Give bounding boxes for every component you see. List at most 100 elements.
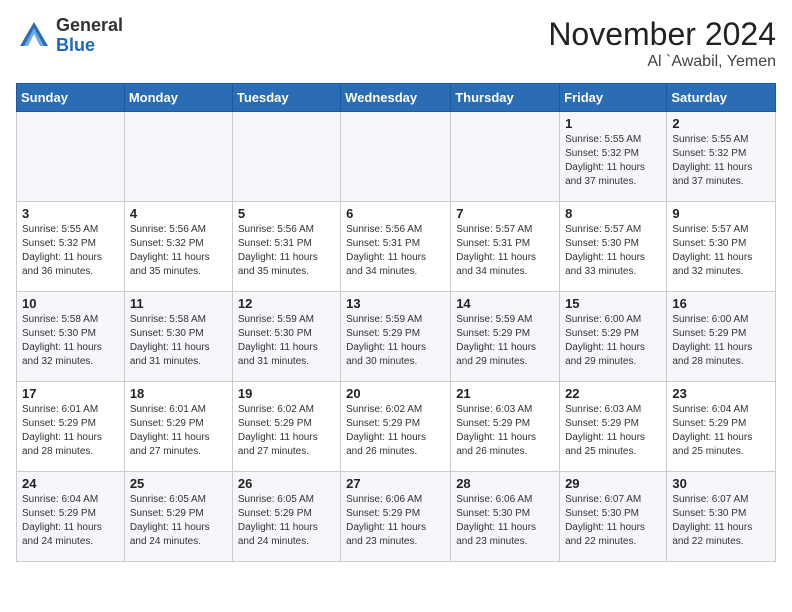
weekday-sunday: Sunday	[17, 84, 125, 112]
day-info: Sunrise: 5:58 AM Sunset: 5:30 PM Dayligh…	[22, 313, 119, 369]
calendar-day-26: 26 Sunrise: 6:05 AM Sunset: 5:29 PM Dayli…	[232, 472, 340, 562]
calendar-day-11: 11Sunrise: 5:58 AM Sunset: 5:30 PM Dayli…	[124, 292, 232, 382]
calendar-day-17: 17 Sunrise: 6:01 AM Sunset: 5:29 PM Dayli…	[17, 382, 125, 472]
calendar-day-7: 7 Sunrise: 5:57 AM Sunset: 5:31 PM Daylig…	[451, 202, 560, 292]
calendar-week-2: 3 Sunrise: 5:55 AM Sunset: 5:32 PM Daylig…	[17, 202, 776, 292]
day-number: 24	[22, 476, 119, 491]
calendar-week-5: 24 Sunrise: 6:04 AM Sunset: 5:29 PM Dayli…	[17, 472, 776, 562]
calendar-day-9: 9 Sunrise: 5:57 AM Sunset: 5:30 PM Daylig…	[667, 202, 776, 292]
weekday-thursday: Thursday	[451, 84, 560, 112]
day-number: 10	[22, 296, 119, 311]
calendar-day-16: 16Sunrise: 6:00 AM Sunset: 5:29 PM Dayli…	[667, 292, 776, 382]
day-number: 27	[346, 476, 445, 491]
day-number: 13	[346, 296, 445, 311]
day-number: 21	[456, 386, 554, 401]
day-info: Sunrise: 6:02 AM Sunset: 5:29 PM Dayligh…	[346, 403, 445, 459]
calendar-empty	[341, 112, 451, 202]
day-number: 6	[346, 206, 445, 221]
calendar-day-19: 19Sunrise: 6:02 AM Sunset: 5:29 PM Dayli…	[232, 382, 340, 472]
day-info: Sunrise: 6:02 AM Sunset: 5:29 PM Dayligh…	[238, 403, 335, 459]
day-number: 3	[22, 206, 119, 221]
calendar-day-24: 24 Sunrise: 6:04 AM Sunset: 5:29 PM Dayli…	[17, 472, 125, 562]
day-info: Sunrise: 6:01 AM Sunset: 5:29 PM Dayligh…	[130, 403, 227, 459]
day-number: 20	[346, 386, 445, 401]
day-info: Sunrise: 6:00 AM Sunset: 5:29 PM Dayligh…	[565, 313, 661, 369]
calendar-day-2: 2Sunrise: 5:55 AM Sunset: 5:32 PM Daylig…	[667, 112, 776, 202]
day-number: 4	[130, 206, 227, 221]
day-info: Sunrise: 5:55 AM Sunset: 5:32 PM Dayligh…	[22, 223, 119, 279]
calendar-day-20: 20 Sunrise: 6:02 AM Sunset: 5:29 PM Dayli…	[341, 382, 451, 472]
page-header: General Blue November 2024 Al `Awabil, Y…	[16, 16, 776, 71]
calendar-day-27: 27Sunrise: 6:06 AM Sunset: 5:29 PM Dayli…	[341, 472, 451, 562]
day-info: Sunrise: 6:06 AM Sunset: 5:30 PM Dayligh…	[456, 493, 554, 549]
day-number: 29	[565, 476, 661, 491]
calendar-day-29: 29 Sunrise: 6:07 AM Sunset: 5:30 PM Dayli…	[560, 472, 667, 562]
weekday-header-row: SundayMondayTuesdayWednesdayThursdayFrid…	[17, 84, 776, 112]
calendar-day-5: 5 Sunrise: 5:56 AM Sunset: 5:31 PM Daylig…	[232, 202, 340, 292]
calendar-day-15: 15 Sunrise: 6:00 AM Sunset: 5:29 PM Dayli…	[560, 292, 667, 382]
month-year: November 2024	[548, 16, 776, 53]
day-info: Sunrise: 6:03 AM Sunset: 5:29 PM Dayligh…	[565, 403, 661, 459]
calendar-day-6: 6 Sunrise: 5:56 AM Sunset: 5:31 PM Daylig…	[341, 202, 451, 292]
weekday-saturday: Saturday	[667, 84, 776, 112]
day-number: 8	[565, 206, 661, 221]
day-number: 7	[456, 206, 554, 221]
day-info: Sunrise: 6:07 AM Sunset: 5:30 PM Dayligh…	[565, 493, 661, 549]
day-number: 23	[672, 386, 770, 401]
calendar-day-12: 12 Sunrise: 5:59 AM Sunset: 5:30 PM Dayli…	[232, 292, 340, 382]
day-info: Sunrise: 5:59 AM Sunset: 5:29 PM Dayligh…	[456, 313, 554, 369]
day-info: Sunrise: 6:07 AM Sunset: 5:30 PM Dayligh…	[672, 493, 770, 549]
day-number: 12	[238, 296, 335, 311]
day-number: 9	[672, 206, 770, 221]
day-number: 14	[456, 296, 554, 311]
weekday-wednesday: Wednesday	[341, 84, 451, 112]
calendar-empty	[451, 112, 560, 202]
calendar-empty	[17, 112, 125, 202]
day-number: 11	[130, 296, 227, 311]
logo-text: General Blue	[56, 16, 123, 56]
calendar-header: SundayMondayTuesdayWednesdayThursdayFrid…	[17, 84, 776, 112]
day-info: Sunrise: 6:05 AM Sunset: 5:29 PM Dayligh…	[238, 493, 335, 549]
day-info: Sunrise: 5:57 AM Sunset: 5:30 PM Dayligh…	[565, 223, 661, 279]
day-info: Sunrise: 5:56 AM Sunset: 5:31 PM Dayligh…	[238, 223, 335, 279]
day-number: 17	[22, 386, 119, 401]
day-info: Sunrise: 6:01 AM Sunset: 5:29 PM Dayligh…	[22, 403, 119, 459]
day-info: Sunrise: 5:59 AM Sunset: 5:30 PM Dayligh…	[238, 313, 335, 369]
calendar-day-25: 25 Sunrise: 6:05 AM Sunset: 5:29 PM Dayli…	[124, 472, 232, 562]
calendar-day-23: 23Sunrise: 6:04 AM Sunset: 5:29 PM Dayli…	[667, 382, 776, 472]
title-block: November 2024 Al `Awabil, Yemen	[548, 16, 776, 71]
day-info: Sunrise: 6:05 AM Sunset: 5:29 PM Dayligh…	[130, 493, 227, 549]
day-number: 15	[565, 296, 661, 311]
logo: General Blue	[16, 16, 123, 56]
calendar-day-8: 8 Sunrise: 5:57 AM Sunset: 5:30 PM Daylig…	[560, 202, 667, 292]
calendar-day-28: 28Sunrise: 6:06 AM Sunset: 5:30 PM Dayli…	[451, 472, 560, 562]
calendar-day-22: 22Sunrise: 6:03 AM Sunset: 5:29 PM Dayli…	[560, 382, 667, 472]
day-info: Sunrise: 5:56 AM Sunset: 5:32 PM Dayligh…	[130, 223, 227, 279]
calendar-day-10: 10 Sunrise: 5:58 AM Sunset: 5:30 PM Dayli…	[17, 292, 125, 382]
day-info: Sunrise: 5:56 AM Sunset: 5:31 PM Dayligh…	[346, 223, 445, 279]
calendar-empty	[232, 112, 340, 202]
calendar-body: 1 Sunrise: 5:55 AM Sunset: 5:32 PM Daylig…	[17, 112, 776, 562]
day-number: 1	[565, 116, 661, 131]
day-number: 26	[238, 476, 335, 491]
calendar-table: SundayMondayTuesdayWednesdayThursdayFrid…	[16, 83, 776, 562]
calendar-empty	[124, 112, 232, 202]
day-number: 5	[238, 206, 335, 221]
calendar-day-30: 30Sunrise: 6:07 AM Sunset: 5:30 PM Dayli…	[667, 472, 776, 562]
day-number: 25	[130, 476, 227, 491]
day-info: Sunrise: 5:57 AM Sunset: 5:30 PM Dayligh…	[672, 223, 770, 279]
day-info: Sunrise: 5:55 AM Sunset: 5:32 PM Dayligh…	[672, 133, 770, 189]
logo-icon	[16, 18, 52, 54]
day-number: 18	[130, 386, 227, 401]
weekday-friday: Friday	[560, 84, 667, 112]
calendar-day-18: 18 Sunrise: 6:01 AM Sunset: 5:29 PM Dayli…	[124, 382, 232, 472]
weekday-monday: Monday	[124, 84, 232, 112]
day-number: 16	[672, 296, 770, 311]
calendar-week-4: 17 Sunrise: 6:01 AM Sunset: 5:29 PM Dayli…	[17, 382, 776, 472]
day-info: Sunrise: 5:59 AM Sunset: 5:29 PM Dayligh…	[346, 313, 445, 369]
calendar-day-14: 14 Sunrise: 5:59 AM Sunset: 5:29 PM Dayli…	[451, 292, 560, 382]
weekday-tuesday: Tuesday	[232, 84, 340, 112]
day-info: Sunrise: 5:57 AM Sunset: 5:31 PM Dayligh…	[456, 223, 554, 279]
day-info: Sunrise: 6:04 AM Sunset: 5:29 PM Dayligh…	[22, 493, 119, 549]
calendar-week-1: 1 Sunrise: 5:55 AM Sunset: 5:32 PM Daylig…	[17, 112, 776, 202]
